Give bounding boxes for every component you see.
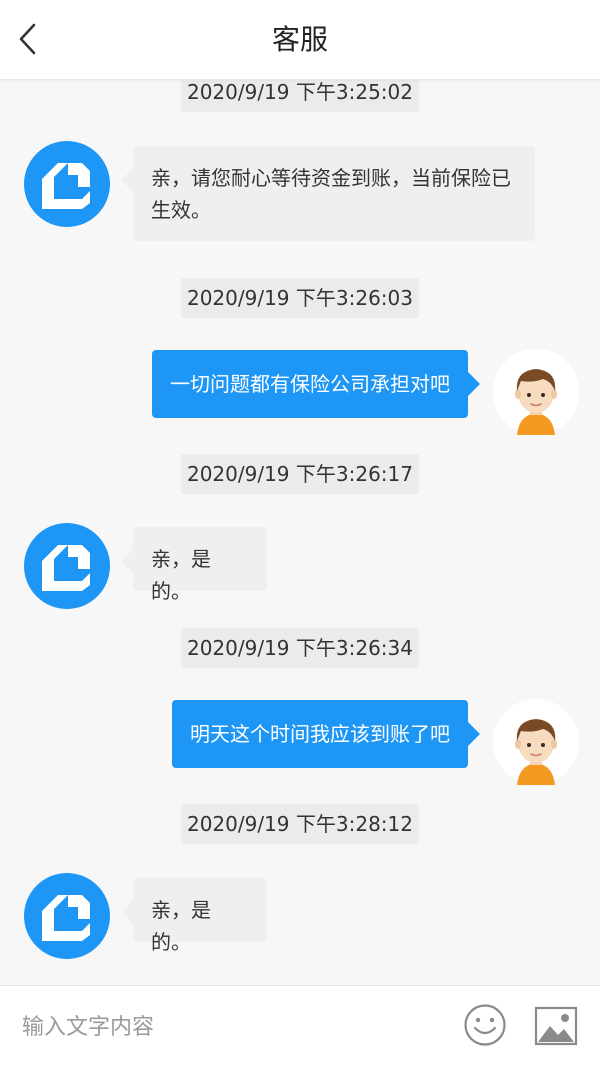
message-timestamp: 2020/9/19 下午3:28:12 bbox=[181, 804, 419, 844]
user-avatar[interactable] bbox=[493, 349, 579, 435]
emoji-button[interactable] bbox=[463, 1003, 507, 1047]
agent-avatar[interactable] bbox=[24, 873, 110, 959]
message-input-bar bbox=[0, 985, 600, 1068]
chat-message-list[interactable]: 2020/9/19 下午3:25:02 亲，请您耐心等待资金到账，当前保险已生效… bbox=[0, 79, 600, 985]
user-message-text: 一切问题都有保险公司承担对吧 bbox=[170, 372, 450, 396]
agent-message-bubble[interactable]: 亲，是的。 bbox=[121, 527, 267, 603]
user-avatar[interactable] bbox=[493, 699, 579, 785]
message-input[interactable] bbox=[20, 1004, 444, 1050]
agent-logo-icon bbox=[24, 141, 110, 227]
agent-logo-icon bbox=[24, 873, 110, 959]
smiley-face-icon bbox=[464, 1004, 506, 1046]
user-message-bubble[interactable]: 明天这个时间我应该到账了吧 bbox=[172, 700, 480, 768]
header-bar: 客服 bbox=[0, 0, 600, 80]
message-timestamp: 2020/9/19 下午3:26:17 bbox=[181, 454, 419, 494]
page-title: 客服 bbox=[271, 23, 328, 56]
message-timestamp: 2020/9/19 下午3:26:03 bbox=[181, 278, 419, 318]
boy-avatar-icon bbox=[493, 349, 579, 435]
agent-logo-icon bbox=[24, 523, 110, 609]
user-message-bubble[interactable]: 一切问题都有保险公司承担对吧 bbox=[152, 350, 480, 418]
agent-avatar[interactable] bbox=[24, 141, 110, 227]
image-icon bbox=[534, 1006, 578, 1046]
agent-message-bubble[interactable]: 亲，是的。 bbox=[121, 878, 267, 954]
image-button[interactable] bbox=[534, 1006, 578, 1046]
user-message-text: 明天这个时间我应该到账了吧 bbox=[190, 722, 450, 746]
message-timestamp: 2020/9/19 下午3:25:02 bbox=[181, 79, 419, 112]
boy-avatar-icon bbox=[493, 699, 579, 785]
message-timestamp: 2020/9/19 下午3:26:34 bbox=[181, 628, 419, 668]
agent-message-bubble[interactable]: 亲，请您耐心等待资金到账，当前保险已生效。 bbox=[121, 146, 535, 241]
agent-avatar[interactable] bbox=[24, 523, 110, 609]
